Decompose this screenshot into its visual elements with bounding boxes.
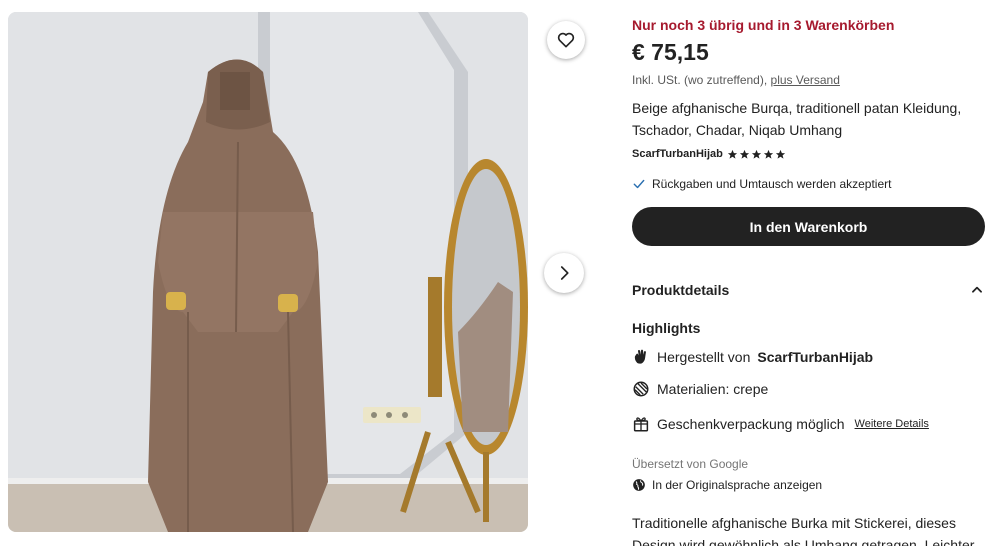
description-line: Design wird gewöhnlich als Umhang getrag… (632, 537, 975, 546)
hand-wave-icon (634, 349, 646, 364)
description: Traditionelle afghanische Burka mit Stic… (632, 512, 1000, 546)
star-icon (751, 149, 761, 159)
more-details-link[interactable]: Weitere Details (855, 418, 929, 430)
description-line: Traditionelle afghanische Burka mit Stic… (632, 515, 956, 531)
made-by-prefix: Hergestellt von (657, 349, 751, 365)
chevron-right-icon (560, 266, 569, 280)
highlight-gift-wrap: Geschenkverpackung möglich Weitere Detai… (632, 415, 929, 433)
show-original-text: In der Originalsprache anzeigen (652, 478, 823, 492)
gift-icon (633, 417, 649, 432)
tax-note-text: Inkl. USt. (wo zutreffend), (632, 73, 768, 87)
add-to-cart-button[interactable]: In den Warenkorb (632, 207, 985, 246)
star-icon (727, 149, 737, 159)
shop-rating-row: ScarfTurbanHijab (632, 148, 786, 160)
globe-icon (633, 479, 645, 491)
chevron-up-icon (972, 286, 982, 293)
check-icon (633, 179, 645, 189)
fabric-icon (633, 381, 649, 397)
highlights-heading: Highlights (632, 320, 701, 336)
tax-note: Inkl. USt. (wo zutreffend), plus Versand (632, 73, 840, 87)
burqa-photo (8, 12, 528, 532)
next-image-button[interactable] (544, 253, 584, 293)
returns-policy: Rückgaben und Umtausch werden akzeptiert (632, 177, 891, 191)
show-original-button[interactable]: In der Originalsprache anzeigen (632, 478, 822, 492)
rating-stars (727, 149, 786, 160)
heart-icon (557, 32, 575, 48)
star-icon (763, 149, 773, 159)
shipping-link[interactable]: plus Versand (771, 73, 840, 87)
made-by-shop-link[interactable]: ScarfTurbanHijab (757, 349, 873, 365)
listing-title: Beige afghanische Burqa, traditionell pa… (632, 100, 962, 138)
product-details-toggle[interactable]: Produktdetails (632, 282, 984, 298)
star-icon (739, 149, 749, 159)
gift-wrap-text: Geschenkverpackung möglich (657, 416, 845, 432)
highlight-materials: Materialien: crepe (632, 380, 768, 398)
product-image[interactable] (8, 12, 528, 532)
stock-notice: Nur noch 3 übrig und in 3 Warenkörben (632, 17, 895, 33)
highlight-made-by: Hergestellt von ScarfTurbanHijab (632, 348, 873, 366)
materials-text: Materialien: crepe (657, 381, 769, 397)
star-icon (775, 149, 785, 159)
shop-name-link[interactable]: ScarfTurbanHijab (632, 148, 723, 160)
returns-text: Rückgaben und Umtausch werden akzeptiert (652, 177, 892, 191)
product-details-label: Produktdetails (632, 282, 730, 298)
translated-by-label: Übersetzt von Google (632, 457, 749, 471)
favorite-button[interactable] (547, 21, 585, 59)
price: € 75,15 (632, 39, 709, 65)
